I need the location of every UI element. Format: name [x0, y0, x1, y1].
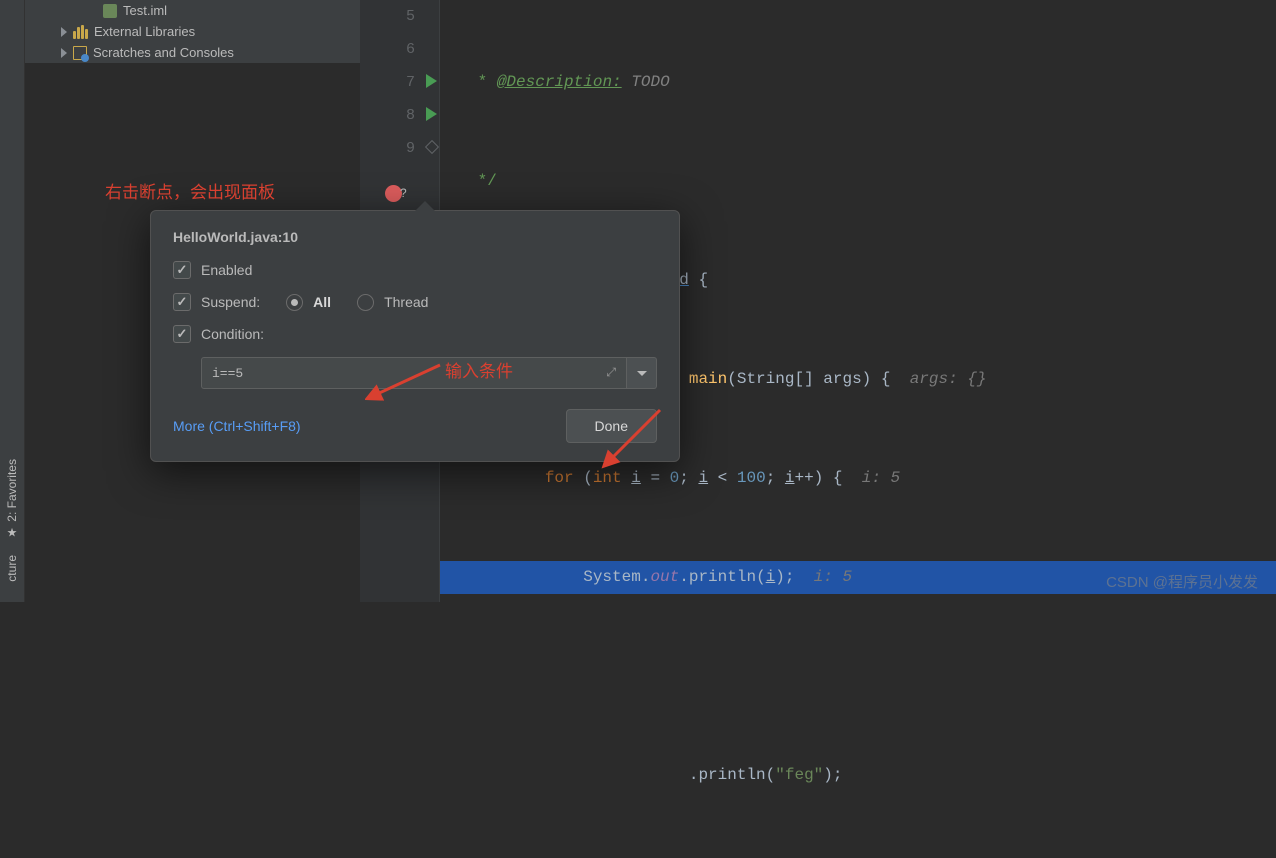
run-gutter-icon[interactable] [426, 74, 437, 88]
condition-row: Condition: [173, 325, 657, 343]
popup-title: HelloWorld.java:10 [173, 229, 657, 245]
favorites-tab[interactable]: ★ 2: Favorites [2, 451, 22, 548]
line-number: 5 [360, 0, 415, 33]
annotation-right-click: 右击断点，会出现面板 [105, 178, 275, 203]
annotation-input-condition: 输入条件 [445, 357, 513, 382]
tree-label: Scratches and Consoles [93, 45, 234, 60]
suspend-checkbox[interactable] [173, 293, 191, 311]
suspend-thread-radio[interactable] [357, 294, 374, 311]
run-gutter-icon[interactable] [426, 107, 437, 121]
tree-item-external-libs[interactable]: External Libraries [33, 21, 352, 42]
suspend-label: Suspend: [201, 294, 260, 310]
project-tree: Test.iml External Libraries Scratches an… [25, 0, 360, 63]
line-number: 8 [360, 99, 415, 132]
expand-icon[interactable]: ⤢ [606, 366, 616, 380]
code-line [468, 660, 1276, 693]
left-tool-sidebar: ★ 2: Favorites cture [0, 0, 25, 602]
line-number: 9 [360, 132, 415, 165]
condition-checkbox[interactable] [173, 325, 191, 343]
suspend-row: Suspend: All Thread [173, 293, 657, 311]
condition-dropdown[interactable] [627, 357, 657, 389]
expand-arrow-icon[interactable] [61, 48, 67, 58]
file-icon [103, 4, 117, 18]
library-icon [73, 25, 88, 39]
line-number: 7 [360, 66, 415, 99]
enabled-row: Enabled [173, 261, 657, 279]
suspend-all-radio[interactable] [286, 294, 303, 311]
all-label: All [313, 294, 331, 310]
favorites-label: 2: Favorites [5, 459, 19, 522]
chevron-down-icon [637, 371, 647, 376]
enabled-label: Enabled [201, 262, 252, 278]
watermark: CSDN @程序员小发发 [1106, 571, 1258, 592]
tree-item-file[interactable]: Test.iml [33, 0, 352, 21]
structure-tab[interactable]: cture [2, 547, 22, 582]
enabled-checkbox[interactable] [173, 261, 191, 279]
annotation-arrow-icon [365, 360, 445, 410]
structure-label: cture [5, 555, 19, 582]
thread-label: Thread [384, 294, 428, 310]
more-link[interactable]: More (Ctrl+Shift+F8) [173, 418, 301, 434]
line-number: 6 [360, 33, 415, 66]
tree-label: External Libraries [94, 24, 195, 39]
star-icon: ★ [5, 525, 19, 539]
condition-label: Condition: [201, 326, 264, 342]
file-label: Test.iml [123, 3, 167, 18]
tree-item-scratches[interactable]: Scratches and Consoles [33, 42, 352, 63]
code-line: */ [468, 165, 1276, 198]
breakpoint-condition-mark: ? [400, 186, 407, 200]
code-line: * @Description: TODO [468, 66, 1276, 99]
scratch-icon [73, 46, 87, 60]
code-line: for (int i = 0; i < 100; i++) { i: 5 [468, 462, 1276, 495]
condition-value: i==5 [212, 366, 243, 381]
annotation-arrow-icon [600, 405, 670, 470]
fold-icon[interactable] [425, 140, 439, 154]
expand-arrow-icon[interactable] [61, 27, 67, 37]
popup-footer: More (Ctrl+Shift+F8) Done [173, 409, 657, 443]
code-line: .println("feg"); [468, 759, 1276, 792]
